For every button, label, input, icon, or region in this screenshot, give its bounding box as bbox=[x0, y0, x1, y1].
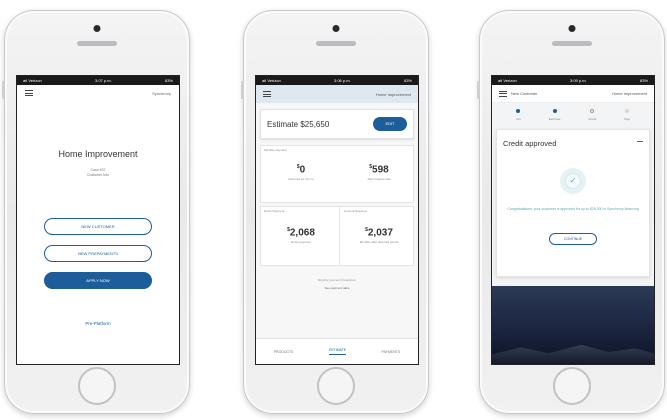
battery: 83% bbox=[639, 78, 648, 83]
breakdown-note: Monthly payment breakdown bbox=[317, 278, 357, 282]
estimate-amount: Estimate $25,650 bbox=[267, 119, 330, 129]
pre-platform-link[interactable]: Pre-Platform bbox=[17, 321, 179, 326]
page-title: Home Improvement bbox=[58, 149, 138, 159]
header-right-title: Home Improvement bbox=[611, 91, 647, 96]
step-label: Info bbox=[515, 117, 521, 121]
stat-value: 2,037 bbox=[367, 227, 393, 239]
clock: 3:09 p.m. bbox=[569, 78, 587, 83]
stat-caption: Monthly after deferred period bbox=[359, 240, 399, 245]
hamburger-menu-icon[interactable] bbox=[263, 91, 271, 97]
hamburger-menu-icon[interactable] bbox=[25, 90, 33, 96]
step-label: Estimate bbox=[548, 117, 561, 121]
card-title: Credit approved bbox=[503, 139, 557, 148]
stat-value: 0 bbox=[299, 164, 306, 176]
carrier: atl Verizon bbox=[23, 78, 42, 83]
step-complete-icon bbox=[516, 109, 521, 113]
phone-device-2: atl Verizon 3:06 p.m. 83% Home Improveme… bbox=[241, 10, 429, 414]
mountain-ridge bbox=[492, 344, 654, 364]
amounts-section: Down Payment Amount financed $2,068 Down… bbox=[260, 206, 414, 266]
front-camera bbox=[568, 25, 576, 32]
front-camera bbox=[93, 25, 101, 32]
step-complete-icon bbox=[552, 109, 557, 113]
edit-button[interactable]: EDIT bbox=[373, 117, 407, 131]
deferred-stat: $0 Deferred for 12 mo bbox=[271, 164, 331, 181]
phone3-screen: atl Verizon 3:09 p.m. 83% New Customer H… bbox=[491, 75, 655, 365]
tab-products[interactable]: PRODUCTS bbox=[274, 350, 294, 354]
header-left-title: New Customer bbox=[511, 91, 538, 96]
monthly-stat: $598 After interest rate bbox=[347, 164, 411, 181]
step-pending-icon bbox=[625, 109, 630, 113]
battery: 83% bbox=[164, 78, 173, 83]
hamburger-menu-icon[interactable] bbox=[499, 90, 507, 97]
status-bar: atl Verizon 3:09 p.m. 83% bbox=[492, 76, 654, 85]
header-title: Home Improvement bbox=[375, 91, 411, 97]
phone-device-3: atl Verizon 3:09 p.m. 83% New Customer H… bbox=[477, 10, 665, 414]
bottom-tab-bar: PRODUCTS ESTIMATE PAYMENTS bbox=[256, 338, 418, 364]
battery: 83% bbox=[403, 78, 412, 83]
new-prepayments-button[interactable]: NEW PREPAYMENTS bbox=[44, 245, 152, 262]
phone2-screen: atl Verizon 3:06 p.m. 83% Home Improveme… bbox=[255, 75, 419, 365]
credit-approved-card: Credit approved ✓ Congratulations, your … bbox=[496, 129, 650, 277]
earpiece-speaker bbox=[77, 41, 117, 46]
volume-button bbox=[2, 81, 5, 99]
section-label: Monthly payment bbox=[264, 148, 287, 152]
down-payment-stat: $2,068 Down payment bbox=[269, 227, 333, 244]
app-header: Home Improvement bbox=[256, 85, 418, 103]
top-bar: Synchrony bbox=[17, 85, 179, 101]
phone-device-1: atl Verizon 3:07 p.m. 83% Synchrony Home… bbox=[2, 10, 190, 414]
step-info: Info bbox=[516, 109, 521, 121]
home-button[interactable] bbox=[553, 367, 591, 405]
continue-button[interactable]: CONTINUE bbox=[549, 233, 597, 245]
financed-stat: $2,037 Monthly after deferred period bbox=[345, 227, 413, 244]
home-button[interactable] bbox=[78, 367, 116, 405]
night-sky-background bbox=[492, 286, 654, 364]
carrier: atl Verizon bbox=[498, 78, 517, 83]
subtitle-line-2: Customer Info bbox=[87, 173, 109, 177]
page-subtitle: Case #37 Customer Info bbox=[17, 168, 179, 178]
stat-value: 598 bbox=[372, 164, 389, 176]
phone1-screen: atl Verizon 3:07 p.m. 83% Synchrony Home… bbox=[16, 75, 180, 365]
step-label: Credit bbox=[588, 117, 597, 121]
step-credit: Credit bbox=[588, 109, 596, 121]
new-customer-button[interactable]: NEW CUSTOMER bbox=[44, 218, 152, 235]
stat-caption: Down payment bbox=[290, 240, 311, 245]
earpiece-speaker bbox=[552, 41, 592, 46]
clock: 3:07 p.m. bbox=[94, 78, 112, 83]
earpiece-speaker bbox=[316, 41, 356, 46]
status-bar: atl Verizon 3:06 p.m. 83% bbox=[256, 76, 418, 85]
status-bar: atl Verizon 3:07 p.m. 83% bbox=[17, 76, 179, 85]
payment-table-link[interactable]: See payment table bbox=[256, 286, 418, 290]
tab-payments[interactable]: PAYMENTS bbox=[382, 350, 401, 354]
apply-now-button[interactable]: APPLY NOW bbox=[44, 272, 152, 289]
step-estimate: Estimate bbox=[548, 109, 561, 121]
section-label: Down Payment bbox=[264, 209, 285, 213]
checkmark-icon: ✓ bbox=[560, 168, 586, 194]
stat-caption: After interest rate bbox=[367, 177, 391, 182]
collapse-icon[interactable] bbox=[637, 141, 643, 142]
approval-message: Congratulations, your customer is approv… bbox=[507, 207, 639, 211]
step-current-icon bbox=[590, 109, 595, 113]
home-button[interactable] bbox=[317, 367, 355, 405]
app-header: New Customer Home Improvement bbox=[492, 85, 654, 103]
volume-button bbox=[241, 81, 244, 99]
carrier: atl Verizon bbox=[262, 78, 281, 83]
stat-value: 2,068 bbox=[289, 227, 315, 239]
monthly-payment-section: Monthly payment $0 Deferred for 12 mo $5… bbox=[260, 145, 414, 203]
divider bbox=[339, 207, 340, 265]
stat-caption: Deferred for 12 mo bbox=[288, 177, 314, 182]
tab-estimate[interactable]: ESTIMATE bbox=[328, 348, 347, 355]
progress-steps: Info Estimate Credit Sign bbox=[492, 103, 654, 121]
brand-logo: Synchrony bbox=[152, 90, 171, 96]
clock: 3:06 p.m. bbox=[333, 78, 351, 83]
step-sign: Sign bbox=[624, 109, 630, 121]
estimate-card: Estimate $25,650 EDIT bbox=[260, 109, 414, 139]
step-label: Sign bbox=[624, 117, 631, 121]
section-label: Amount financed bbox=[344, 209, 367, 213]
front-camera bbox=[332, 25, 340, 32]
volume-button bbox=[477, 81, 480, 99]
